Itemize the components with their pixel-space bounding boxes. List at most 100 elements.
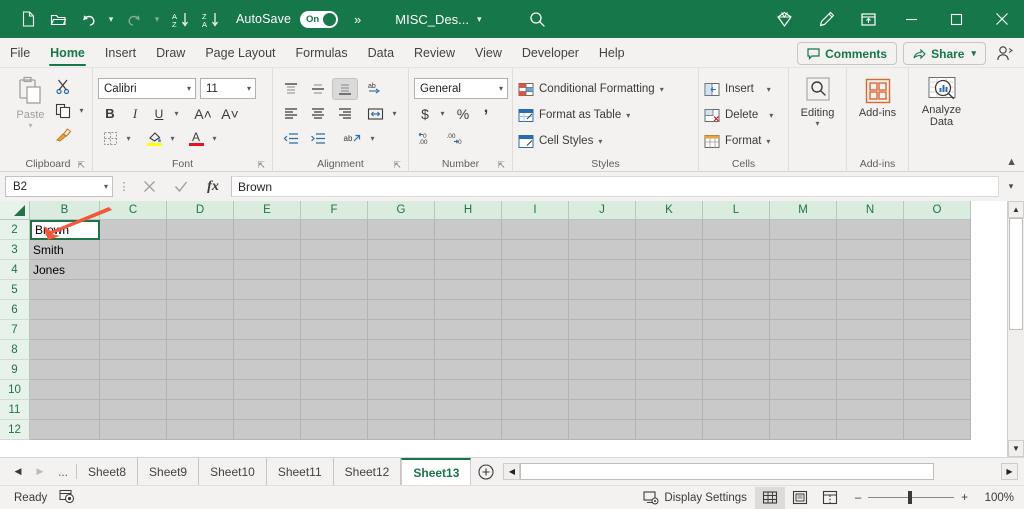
cut-scissors-icon[interactable] [52, 76, 74, 98]
cell-e7[interactable] [234, 320, 301, 340]
chevron-down-icon[interactable]: ▾ [187, 84, 191, 93]
font-color-chevron-down-icon[interactable]: ▾ [209, 134, 220, 143]
chevron-down-icon[interactable]: ▾ [766, 137, 770, 146]
row-header-3[interactable]: 3 [0, 240, 30, 260]
cell-b9[interactable] [30, 360, 100, 380]
alignment-dialog-launcher[interactable]: ⇱ [393, 160, 401, 171]
chevron-down-icon[interactable]: ▾ [971, 48, 976, 59]
wrap-text-icon[interactable] [362, 103, 388, 125]
open-folder-icon[interactable] [44, 5, 72, 33]
chevron-down-icon[interactable]: ▾ [626, 111, 630, 120]
cell-b6[interactable] [30, 300, 100, 320]
cell-c4[interactable] [100, 260, 167, 280]
cell-m2[interactable] [770, 220, 837, 240]
editing-button[interactable]: Editing ▾ [794, 74, 841, 127]
cell-m8[interactable] [770, 340, 837, 360]
cell-i8[interactable] [502, 340, 569, 360]
cell-h7[interactable] [435, 320, 502, 340]
cell-j7[interactable] [569, 320, 636, 340]
cell-g2[interactable] [368, 220, 435, 240]
cell-e9[interactable] [234, 360, 301, 380]
cell-l8[interactable] [703, 340, 770, 360]
user-avatar-icon[interactable] [992, 42, 1018, 65]
cell-j3[interactable] [569, 240, 636, 260]
row-header-5[interactable]: 5 [0, 280, 30, 300]
cell-k6[interactable] [636, 300, 703, 320]
cell-b12[interactable] [30, 420, 100, 440]
cell-g5[interactable] [368, 280, 435, 300]
cell-n4[interactable] [837, 260, 904, 280]
cell-j8[interactable] [569, 340, 636, 360]
bold-button[interactable]: B [98, 103, 122, 125]
chevron-down-icon[interactable]: ▾ [598, 137, 602, 146]
zoom-percentage[interactable]: 100% [974, 492, 1014, 504]
cell-f9[interactable] [301, 360, 368, 380]
cell-e10[interactable] [234, 380, 301, 400]
cell-f6[interactable] [301, 300, 368, 320]
formula-input[interactable]: Brown [231, 176, 999, 197]
cell-h4[interactable] [435, 260, 502, 280]
cell-d4[interactable] [167, 260, 234, 280]
increase-indent-icon[interactable] [305, 128, 331, 150]
italic-button[interactable]: I [123, 103, 147, 125]
decrease-decimal-icon[interactable]: .000 [442, 128, 468, 150]
cell-l4[interactable] [703, 260, 770, 280]
cell-l11[interactable] [703, 400, 770, 420]
row-header-2[interactable]: 2 [0, 220, 30, 240]
column-header-f[interactable]: F [301, 201, 368, 220]
cell-l2[interactable] [703, 220, 770, 240]
cell-l12[interactable] [703, 420, 770, 440]
cell-g9[interactable] [368, 360, 435, 380]
cell-o7[interactable] [904, 320, 971, 340]
font-name-combo[interactable]: Calibri ▾ [98, 78, 196, 99]
cell-g8[interactable] [368, 340, 435, 360]
vertical-scrollbar[interactable]: ▲ ▼ [1007, 201, 1024, 457]
cell-k12[interactable] [636, 420, 703, 440]
cell-c12[interactable] [100, 420, 167, 440]
tab-draw[interactable]: Draw [146, 39, 195, 67]
cell-m10[interactable] [770, 380, 837, 400]
cell-b7[interactable] [30, 320, 100, 340]
cell-m6[interactable] [770, 300, 837, 320]
comments-button[interactable]: Comments [797, 42, 897, 65]
tab-insert[interactable]: Insert [95, 39, 146, 67]
cell-e8[interactable] [234, 340, 301, 360]
cell-d8[interactable] [167, 340, 234, 360]
cell-d11[interactable] [167, 400, 234, 420]
cell-m7[interactable] [770, 320, 837, 340]
cell-e6[interactable] [234, 300, 301, 320]
tab-formulas[interactable]: Formulas [286, 39, 358, 67]
zoom-in-button[interactable]: + [961, 492, 968, 504]
cell-b11[interactable] [30, 400, 100, 420]
cell-i3[interactable] [502, 240, 569, 260]
sheet-tab-sheet10[interactable]: Sheet10 [199, 458, 267, 486]
cell-l7[interactable] [703, 320, 770, 340]
cell-i4[interactable] [502, 260, 569, 280]
zoom-control[interactable]: – + [845, 492, 974, 504]
cell-d5[interactable] [167, 280, 234, 300]
underline-chevron-down-icon[interactable]: ▾ [171, 109, 182, 118]
tab-home[interactable]: Home [40, 39, 95, 67]
cell-d7[interactable] [167, 320, 234, 340]
cell-d2[interactable] [167, 220, 234, 240]
cell-o4[interactable] [904, 260, 971, 280]
cell-o5[interactable] [904, 280, 971, 300]
cell-l5[interactable] [703, 280, 770, 300]
currency-format-button[interactable]: $ [414, 103, 436, 125]
cell-o6[interactable] [904, 300, 971, 320]
chevron-down-icon[interactable]: ▾ [660, 85, 664, 94]
horizontal-scrollbar[interactable]: ◀ ▶ [503, 463, 1018, 480]
cell-i11[interactable] [502, 400, 569, 420]
cell-l10[interactable] [703, 380, 770, 400]
format-as-table-button[interactable]: Format as Table ▾ [518, 103, 668, 127]
cell-i10[interactable] [502, 380, 569, 400]
copilot-diamond-icon[interactable] [763, 0, 805, 38]
cell-f10[interactable] [301, 380, 368, 400]
copy-chevron-down-icon[interactable]: ▾ [76, 106, 87, 115]
paste-chevron-down-icon[interactable]: ▾ [28, 122, 32, 129]
cell-f7[interactable] [301, 320, 368, 340]
merge-chevron-down-icon[interactable]: ▾ [367, 134, 378, 143]
top-align-icon[interactable] [278, 78, 304, 100]
cell-b2[interactable]: Brown [30, 220, 100, 240]
wrap-text-chevron-down-icon[interactable]: ▾ [389, 109, 400, 118]
